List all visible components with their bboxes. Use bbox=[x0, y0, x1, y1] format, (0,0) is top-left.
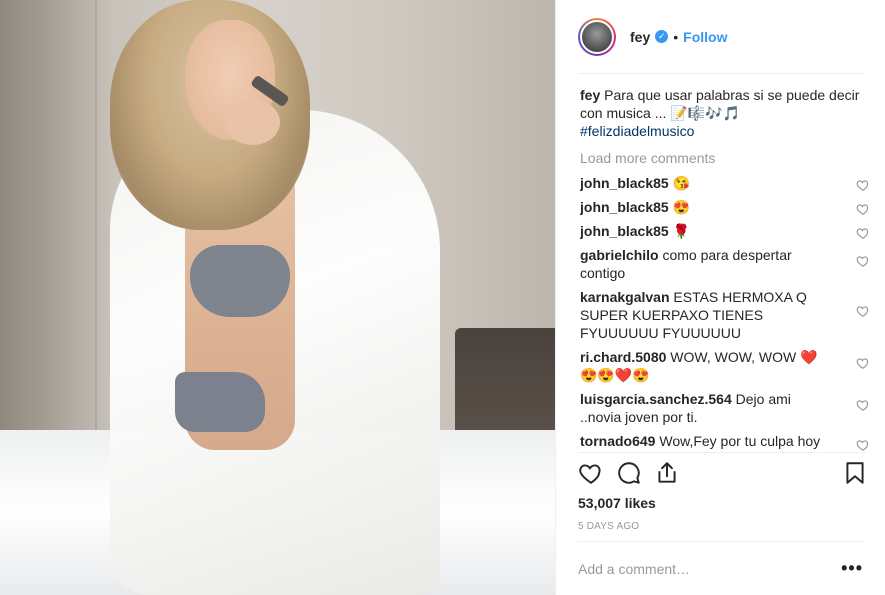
post-photo[interactable] bbox=[0, 0, 555, 595]
comment-text: 😍 bbox=[672, 199, 691, 215]
heart-icon[interactable] bbox=[856, 202, 870, 216]
list-item: karnakgalvan ESTAS HERMOXA Q SUPER KUERP… bbox=[580, 288, 870, 342]
heart-icon[interactable] bbox=[856, 398, 870, 412]
post-caption: fey Para que usar palabras si se puede d… bbox=[580, 86, 870, 140]
more-options-icon[interactable]: ••• bbox=[841, 559, 863, 577]
heart-icon[interactable] bbox=[856, 304, 870, 318]
comment-text: 🌹 bbox=[672, 223, 691, 239]
heart-icon[interactable] bbox=[856, 254, 870, 268]
comment-text: Wow,Fey por tu culpa hoy bbox=[659, 433, 821, 449]
comment-username[interactable]: luisgarcia.sanchez.564 bbox=[580, 391, 732, 407]
avatar-image bbox=[580, 19, 614, 54]
follow-button[interactable]: Follow bbox=[683, 29, 727, 45]
comment-list[interactable]: fey Para que usar palabras si se puede d… bbox=[580, 86, 870, 452]
comment-username[interactable]: gabrielchilo bbox=[580, 247, 659, 263]
post-header: fey ✓ • Follow bbox=[556, 0, 885, 73]
list-item: luisgarcia.sanchez.564 Dejo ami ..novia … bbox=[580, 390, 870, 426]
load-more-comments-button[interactable]: Load more comments bbox=[580, 150, 870, 166]
comment-username[interactable]: john_black85 bbox=[580, 223, 669, 239]
heart-icon[interactable] bbox=[856, 438, 870, 452]
comment-icon[interactable] bbox=[616, 460, 642, 486]
heart-icon[interactable] bbox=[856, 356, 870, 370]
figure-top bbox=[190, 245, 290, 317]
list-item: john_black85 🌹 bbox=[580, 222, 870, 240]
avatar[interactable] bbox=[578, 17, 616, 56]
list-item: ri.chard.5080 WOW, WOW, WOW ❤️ 😍😍❤️😍 bbox=[580, 348, 870, 384]
heart-icon[interactable] bbox=[578, 460, 604, 486]
add-comment-input[interactable] bbox=[578, 558, 828, 580]
comment-username[interactable]: ri.chard.5080 bbox=[580, 349, 666, 365]
header-username[interactable]: fey bbox=[630, 29, 650, 45]
actions-divider bbox=[578, 452, 865, 453]
list-item: john_black85 😍 bbox=[580, 198, 870, 216]
action-bar bbox=[578, 460, 868, 490]
comment-box-divider bbox=[578, 541, 865, 542]
verified-badge-icon: ✓ bbox=[655, 30, 669, 43]
figure-hand bbox=[225, 100, 280, 145]
comment-username[interactable]: john_black85 bbox=[580, 199, 669, 215]
list-item: gabrielchilo como para despertar contigo bbox=[580, 246, 870, 282]
post-dialog: fey ✓ • Follow fey Para que usar palabra… bbox=[0, 0, 885, 595]
heart-icon[interactable] bbox=[856, 178, 870, 192]
post-timestamp[interactable]: 5 DAYS AGO bbox=[578, 521, 639, 532]
list-item: john_black85 😘 bbox=[580, 174, 870, 192]
bookmark-icon[interactable] bbox=[842, 460, 868, 486]
like-count[interactable]: 53,007 likes bbox=[578, 495, 656, 511]
comment-text: 😘 bbox=[672, 175, 691, 191]
share-icon[interactable] bbox=[654, 460, 680, 486]
heart-icon[interactable] bbox=[856, 226, 870, 240]
figure-bottom bbox=[175, 372, 265, 432]
caption-text: Para que usar palabras si se puede decir… bbox=[580, 87, 860, 121]
comment-username[interactable]: john_black85 bbox=[580, 175, 669, 191]
caption-username[interactable]: fey bbox=[580, 87, 600, 103]
lamp-shade bbox=[455, 328, 555, 438]
header-separator: • bbox=[673, 28, 679, 45]
comment-username[interactable]: tornado649 bbox=[580, 433, 655, 449]
list-item: tornado649 Wow,Fey por tu culpa hoy bbox=[580, 432, 870, 452]
post-side-panel: fey ✓ • Follow fey Para que usar palabra… bbox=[555, 0, 885, 595]
comment-username[interactable]: karnakgalvan bbox=[580, 289, 670, 305]
header-divider bbox=[578, 73, 865, 74]
caption-hashtag[interactable]: #felizdiadelmusico bbox=[580, 123, 694, 139]
